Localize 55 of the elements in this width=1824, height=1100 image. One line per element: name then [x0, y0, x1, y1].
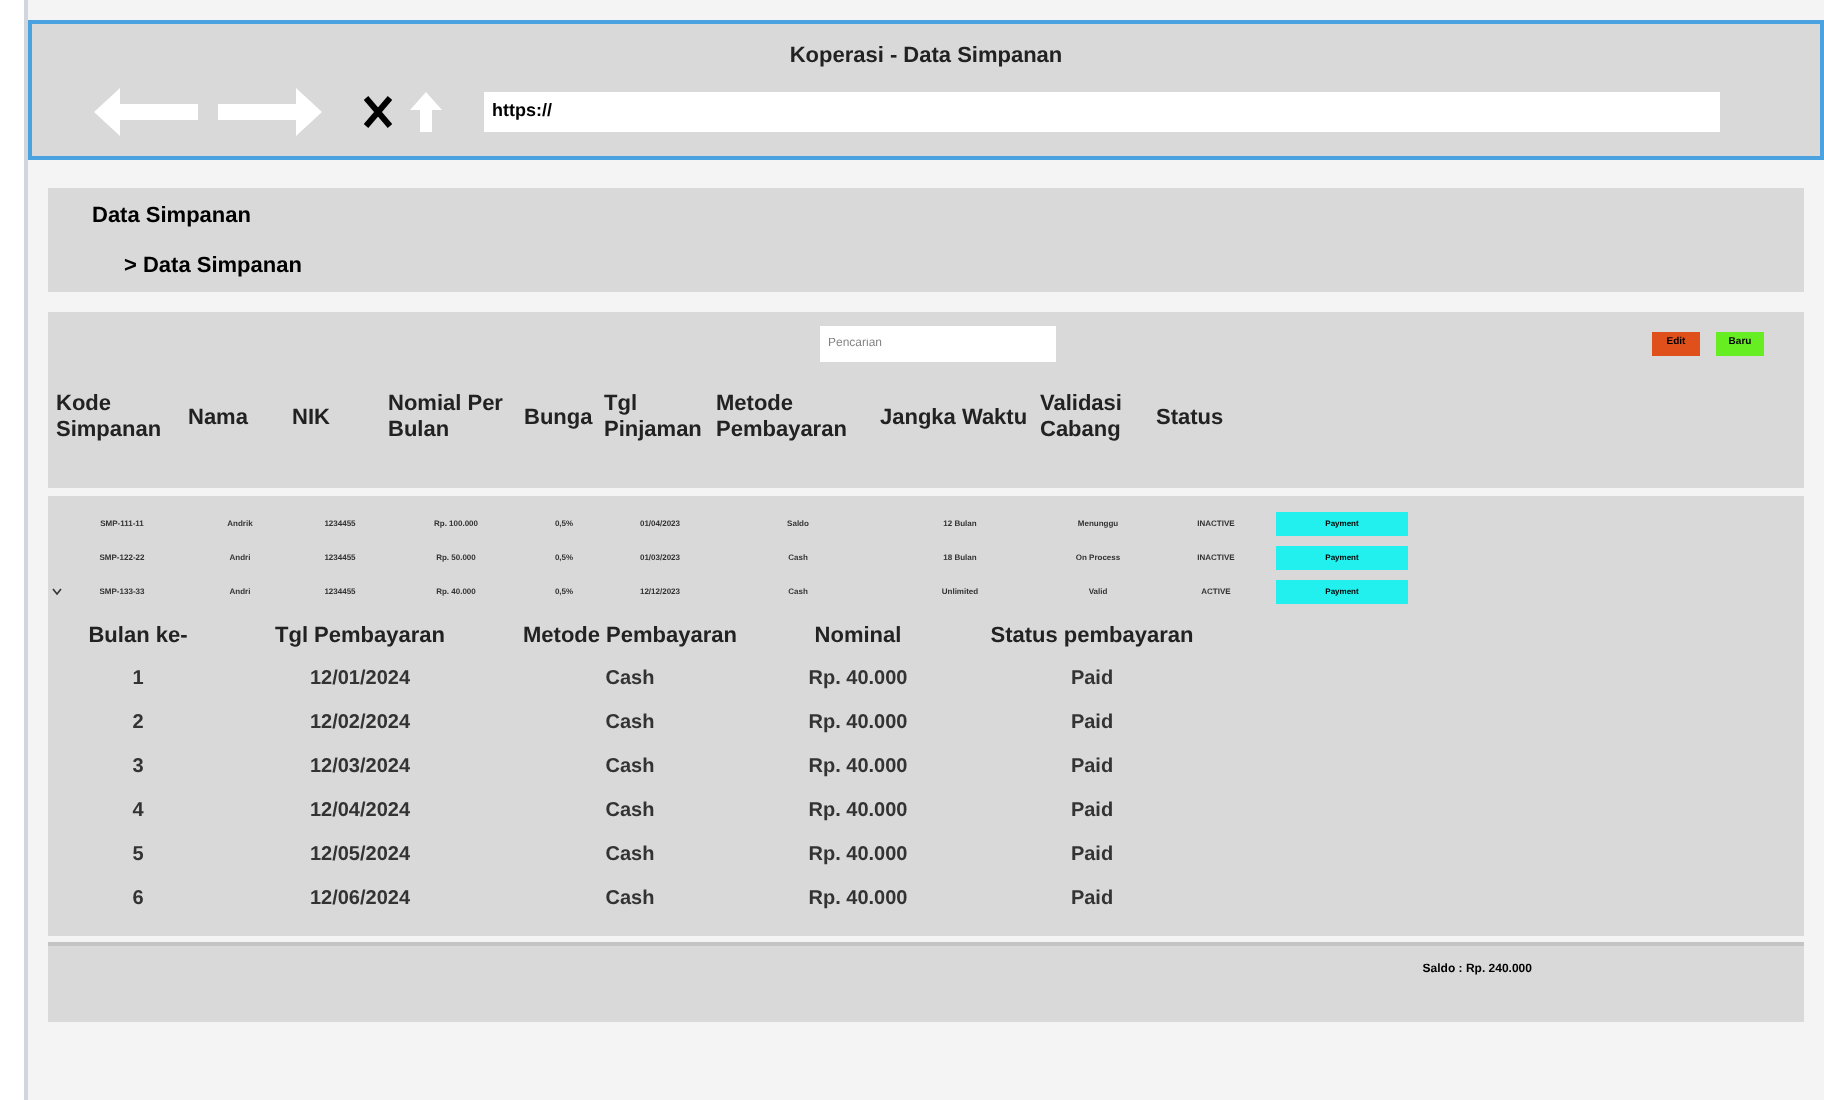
table-cell-text: Cash	[605, 885, 655, 913]
table-cell-text: Paid	[1070, 885, 1114, 913]
table-cell-text: 12/02/2024	[309, 709, 411, 737]
table-cell-text: 12/01/2024	[309, 665, 411, 693]
table-cell-text: Rp. 40.000	[808, 753, 908, 781]
table-cell-text: 4	[132, 797, 144, 825]
column-header: Bunga	[524, 405, 593, 431]
close-icon[interactable]	[364, 95, 392, 127]
column-header: Jangka Waktu	[880, 405, 1028, 431]
column-header: Tgl Pembayaran	[275, 621, 445, 652]
forward-arrow-icon[interactable]	[216, 85, 324, 137]
table-cell-text: 1	[132, 665, 144, 693]
column-header: NIK	[292, 405, 330, 431]
table-cell-text: Cash	[605, 665, 655, 693]
section-title: Data Simpanan	[92, 202, 251, 232]
column-header: Tgl Pinjaman	[604, 392, 704, 444]
table-cell-text: Paid	[1070, 797, 1114, 825]
column-header: Nama	[188, 405, 248, 431]
table-cell-text: Cash	[605, 841, 655, 869]
column-header: Bulan ke-	[88, 621, 188, 652]
column-header: Nomial Per Bulan	[388, 392, 505, 444]
table-cell-text: Rp. 40.000	[808, 841, 908, 869]
table-cell-text: Rp. 40.000	[808, 797, 908, 825]
table-cell-text: Rp. 40.000	[808, 665, 908, 693]
address-bar[interactable]: https://	[484, 91, 1720, 131]
table-cell-text: 12/05/2024	[309, 841, 411, 869]
breadcrumb-link[interactable]: > Data Simpanan	[124, 249, 302, 282]
table-cell-text: 12/03/2024	[309, 753, 411, 781]
table-cell-text: Rp. 40.000	[808, 709, 908, 737]
table-cell-text: Cash	[605, 709, 655, 737]
column-header: Status pembayaran	[990, 621, 1194, 652]
table-cell-text: Rp. 40.000	[808, 885, 908, 913]
column-header: Kode Simpanan	[56, 392, 164, 444]
table-cell-text: 3	[132, 753, 144, 781]
table-cell-text: 12/04/2024	[309, 797, 411, 825]
column-header: Validasi Cabang	[1040, 392, 1124, 444]
table-cell-text: Cash	[605, 753, 655, 781]
table-cell-text: 2	[132, 709, 144, 737]
table-cell-text: Cash	[605, 797, 655, 825]
table-cell-text: Paid	[1070, 665, 1114, 693]
table-cell-text: Paid	[1070, 841, 1114, 869]
table-cell-text: Paid	[1070, 753, 1114, 781]
table-cell-text: Paid	[1070, 709, 1114, 737]
column-header: Metode Pembayaran	[523, 621, 737, 652]
address-text: https://	[492, 97, 552, 124]
chevron-down-icon[interactable]	[52, 588, 62, 596]
column-header: Nominal	[814, 621, 902, 652]
window-title: Koperasi - Data Simpanan	[789, 42, 1063, 72]
up-arrow-icon[interactable]	[408, 89, 444, 133]
back-arrow-icon[interactable]	[92, 85, 200, 137]
table-cell-text: 12/06/2024	[309, 885, 411, 913]
table-cell-text: 6	[132, 885, 144, 913]
column-header: Status	[1156, 405, 1224, 431]
column-header: Metode Pembayaran	[716, 392, 849, 444]
table-cell-text: 5	[132, 841, 144, 869]
